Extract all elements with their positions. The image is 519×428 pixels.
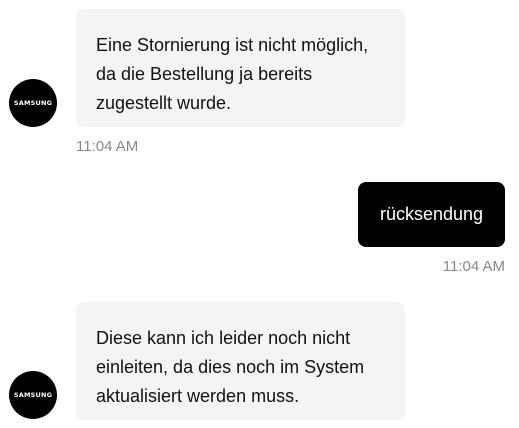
user-message-bubble: rücksendung [358,182,505,247]
user-message-text: rücksendung [379,204,484,224]
message-timestamp: 11:04 AM [76,138,139,155]
agent-avatar: SAMSUNG [9,79,57,127]
samsung-logo-icon: SAMSUNG [13,391,53,399]
agent-avatar: SAMSUNG [9,371,57,419]
agent-message-bubble: Diese kann ich leider noch nicht einleit… [76,302,405,420]
message-timestamp: 11:04 AM [442,258,505,275]
samsung-logo-icon: SAMSUNG [13,99,53,107]
agent-message-bubble: Eine Stornierung ist nicht möglich, da d… [76,9,405,127]
